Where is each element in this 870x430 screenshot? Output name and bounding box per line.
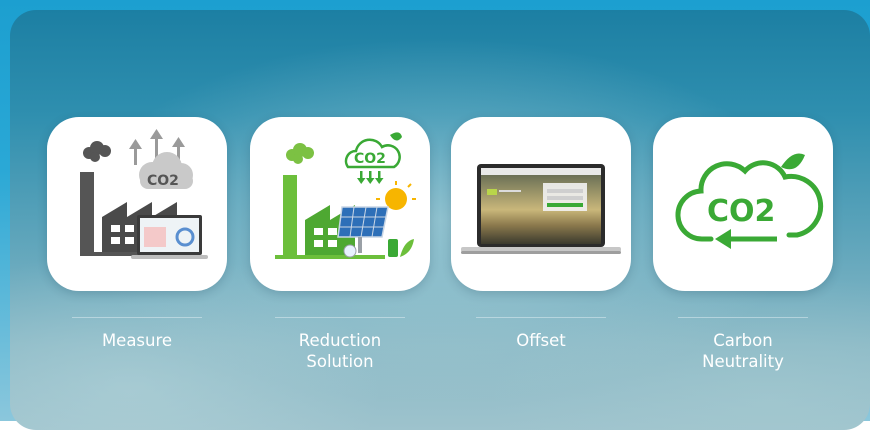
factory-co2-laptop-icon: CO2 (80, 129, 208, 259)
divider (476, 317, 606, 318)
measure-card[interactable]: CO2 (47, 117, 227, 291)
carbon-neutrality-card[interactable]: CO2 (653, 117, 833, 291)
co2-text: CO2 (707, 194, 775, 229)
divider (72, 317, 202, 318)
reduction-solution-label: Reduction Solution (298, 331, 382, 371)
green-factory-solar-icon: CO2 (275, 132, 416, 259)
measure-label: Measure (101, 331, 173, 350)
reduction-solution-card[interactable]: CO2 (250, 117, 430, 291)
offset-card[interactable] (451, 117, 631, 291)
features-panel: CO2 CO2 CO2 Measure Reduction Solution O… (10, 10, 870, 430)
offset-label: Offset (516, 331, 566, 350)
co2-text: CO2 (354, 151, 386, 167)
co2-cloud-icon: CO2 (675, 153, 824, 249)
divider (275, 317, 405, 318)
divider (678, 317, 808, 318)
carbon-neutrality-label: Carbon Neutrality (702, 331, 784, 371)
co2-text: CO2 (147, 173, 179, 189)
laptop-screen-icon (461, 164, 621, 254)
